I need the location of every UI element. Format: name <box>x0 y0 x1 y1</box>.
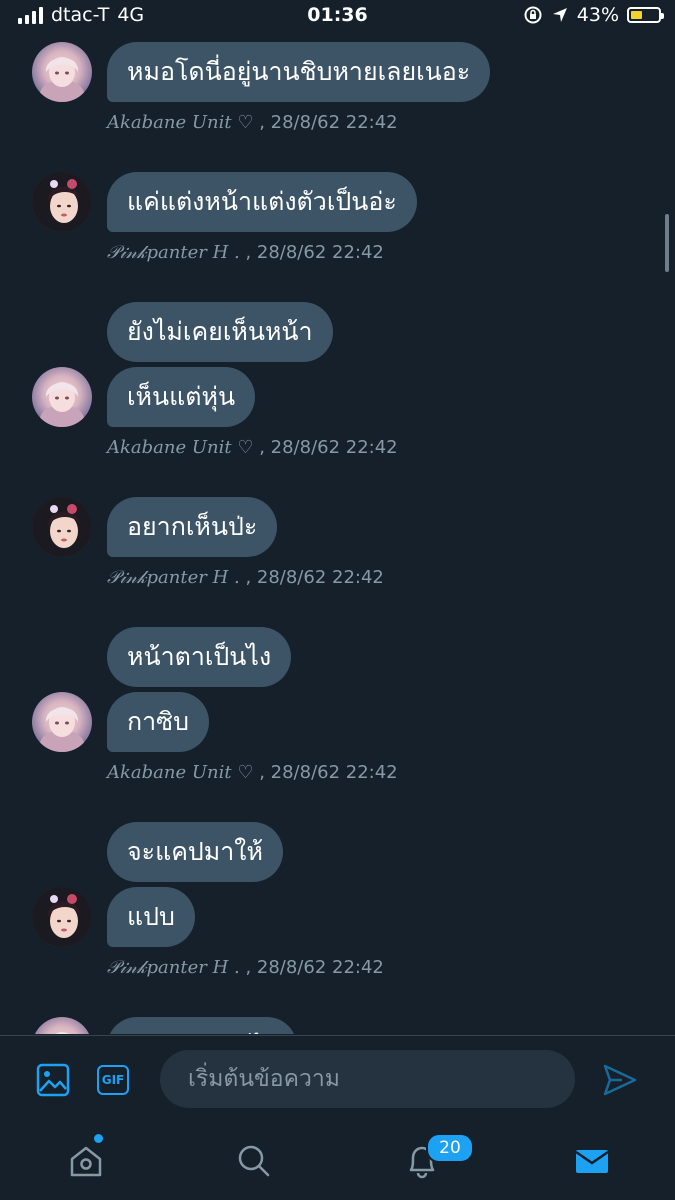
home-icon[interactable] <box>62 1137 110 1185</box>
avatar[interactable] <box>32 1017 92 1034</box>
sender-name: 𝒫𝒾𝓃𝓀panter 𝐻 . <box>107 957 240 978</box>
avatar[interactable] <box>32 172 92 232</box>
message-timestamp: , 28/8/62 22:42 <box>239 242 384 263</box>
photo-icon[interactable] <box>34 1061 72 1099</box>
message-bubble[interactable]: เห็นแต่หุ่น <box>107 367 256 427</box>
messages-icon[interactable] <box>568 1137 616 1185</box>
message-timestamp: , 28/8/62 22:42 <box>239 957 384 978</box>
message-bubble[interactable]: แปลว่าฟอลไว้ <box>107 1017 298 1034</box>
message-list[interactable]: หมอโดนี่อยู่นานชิบหายเลยเนอะ Akabane Unit… <box>0 34 675 1034</box>
battery-level <box>631 11 642 19</box>
sender-name: Akabane Unit ♡ <box>107 112 254 133</box>
message-meta: Akabane Unit ♡ , 28/8/62 22:42 <box>107 112 398 133</box>
status-bar: dtac-T 4G 01:36 43% <box>0 0 675 34</box>
gif-icon: GIF <box>97 1065 129 1095</box>
gif-button[interactable]: GIF <box>96 1064 130 1096</box>
status-right: 43% <box>523 4 664 26</box>
sender-name: 𝒫𝒾𝓃𝓀panter 𝐻 . <box>107 242 240 263</box>
rotation-lock-icon <box>524 6 542 24</box>
home-notification-dot <box>94 1134 103 1143</box>
message-timestamp: , 28/8/62 22:42 <box>253 112 398 133</box>
notification-count-badge: 20 <box>426 1133 474 1163</box>
message-timestamp: , 28/8/62 22:42 <box>253 762 398 783</box>
message-bubble[interactable]: หมอโดนี่อยู่นานชิบหายเลยเนอะ <box>107 42 491 102</box>
battery-icon <box>627 7 664 23</box>
message-bubble[interactable]: แค่แต่งหน้าแต่งตัวเป็นอ่ะ <box>107 172 417 232</box>
message-bubble[interactable]: ยังไม่เคยเห็นหน้า <box>107 302 333 362</box>
sender-name: Akabane Unit ♡ <box>107 437 254 458</box>
message-bubble[interactable]: หน้าตาเป็นไง <box>107 627 292 687</box>
avatar[interactable] <box>32 42 92 102</box>
avatar[interactable] <box>32 497 92 557</box>
dm-screen: dtac-T 4G 01:36 43% หมอโดนี่อยู่นานชิบหา… <box>0 0 675 1200</box>
message-meta: Akabane Unit ♡ , 28/8/62 22:42 <box>107 437 398 458</box>
message-bubble[interactable]: แปบ <box>107 887 195 947</box>
message-bubble[interactable]: กาซิบ <box>107 692 210 752</box>
message-bubble[interactable]: จะแคปมาให้ <box>107 822 283 882</box>
location-icon <box>552 8 567 22</box>
message-bubble[interactable]: อยากเห็นป่ะ <box>107 497 278 557</box>
battery-percent: 43% <box>576 4 619 26</box>
sender-name: Akabane Unit ♡ <box>107 762 254 783</box>
message-meta: 𝒫𝒾𝓃𝓀panter 𝐻 . , 28/8/62 22:42 <box>107 567 384 588</box>
sender-name: 𝒫𝒾𝓃𝓀panter 𝐻 . <box>107 567 240 588</box>
message-meta: Akabane Unit ♡ , 28/8/62 22:42 <box>107 762 398 783</box>
send-icon[interactable] <box>600 1062 640 1098</box>
message-timestamp: , 28/8/62 22:42 <box>239 567 384 588</box>
message-meta: 𝒫𝒾𝓃𝓀panter 𝐻 . , 28/8/62 22:42 <box>107 242 384 263</box>
scrollbar[interactable] <box>665 214 669 272</box>
avatar[interactable] <box>32 887 92 947</box>
avatar[interactable] <box>32 367 92 427</box>
bottom-nav: 20 <box>0 1123 675 1200</box>
search-icon[interactable] <box>230 1137 278 1185</box>
avatar[interactable] <box>32 692 92 752</box>
message-meta: 𝒫𝒾𝓃𝓀panter 𝐻 . , 28/8/62 22:42 <box>107 957 384 978</box>
compose-bar: GIF เริ่มต้นข้อความ <box>0 1035 675 1124</box>
message-timestamp: , 28/8/62 22:42 <box>253 437 398 458</box>
message-input[interactable]: เริ่มต้นข้อความ <box>160 1050 575 1108</box>
